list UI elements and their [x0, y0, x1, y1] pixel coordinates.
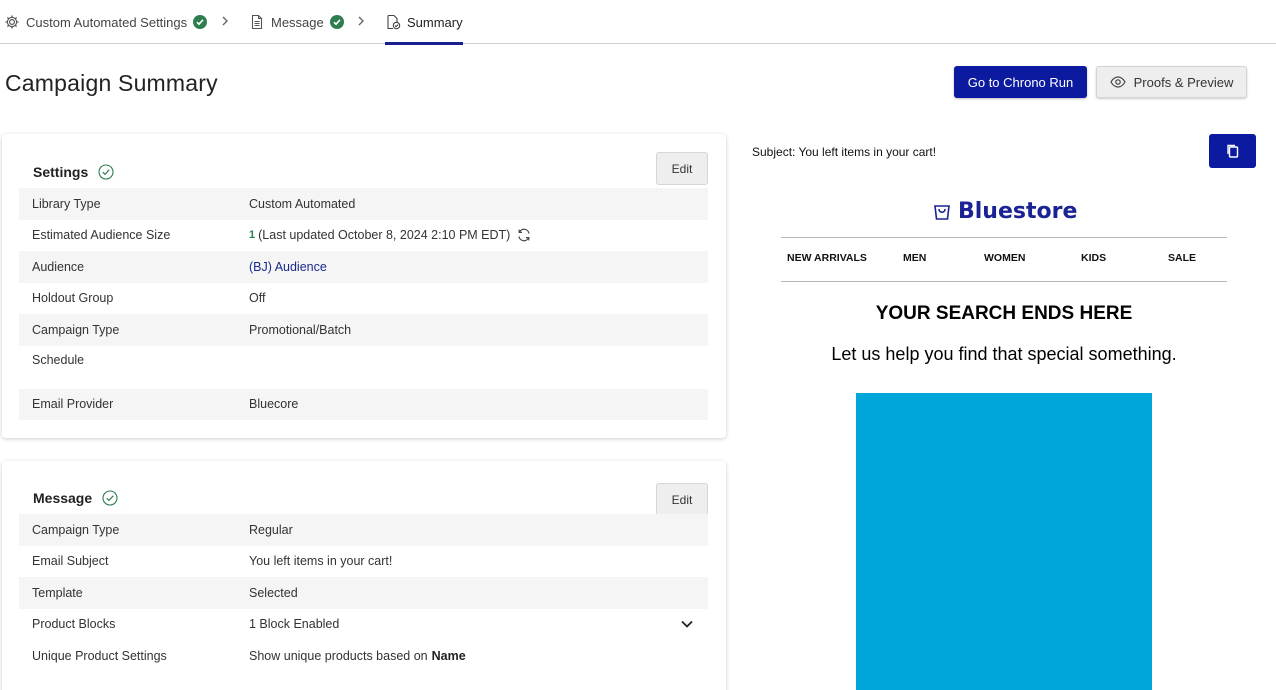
row-value: 1 Block Enabled — [249, 617, 340, 632]
email-nav-item: SALE — [1168, 252, 1197, 264]
email-nav: NEW ARRIVALS MEN WOMEN KIDS SALE — [781, 238, 1227, 281]
go-to-chrono-run-button[interactable]: Go to Chrono Run — [954, 66, 1087, 98]
row-value: Selected — [249, 585, 298, 600]
proofs-preview-button[interactable]: Proofs & Preview — [1096, 66, 1247, 98]
chevron-right-icon — [358, 16, 364, 26]
table-row: Estimated Audience Size 1 (Last updated … — [19, 220, 708, 252]
table-row: Library Type Custom Automated — [19, 188, 708, 220]
proofs-preview-label: Proofs & Preview — [1133, 74, 1234, 90]
refresh-icon[interactable] — [516, 227, 532, 243]
step-message[interactable]: Message — [249, 0, 344, 44]
unique-product-text: Show unique products based on — [249, 648, 428, 663]
audience-count: 1 — [249, 229, 256, 242]
audience-updated-text: (Last updated October 8, 2024 2:10 PM ED… — [258, 228, 511, 243]
unique-product-attribute: Name — [431, 648, 466, 663]
table-row: Campaign Type Promotional/Batch — [19, 314, 708, 346]
table-row: Email Subject You left items in your car… — [19, 546, 708, 578]
row-key: Library Type — [32, 196, 101, 211]
row-value: Bluecore — [249, 397, 299, 412]
copy-button[interactable] — [1209, 134, 1256, 168]
brand-logo: Bluestore — [932, 199, 1077, 224]
table-row: Campaign Type Regular — [19, 514, 708, 546]
row-key: Audience — [32, 259, 85, 274]
step-label: Message — [271, 14, 324, 30]
table-row: Email Provider Bluecore — [19, 388, 708, 420]
email-nav-item: MEN — [903, 252, 927, 264]
row-value: Regular — [249, 522, 293, 537]
row-key: Schedule — [32, 352, 85, 367]
row-key: Holdout Group — [32, 291, 114, 306]
table-row: Audience (BJ) Audience — [19, 251, 708, 283]
row-value: 1 (Last updated October 8, 2024 2:10 PM … — [249, 227, 532, 243]
row-key: Email Subject — [32, 554, 109, 569]
wizard-stepper: Custom Automated Settings Message Summar… — [0, 0, 1276, 45]
email-hero-image — [856, 393, 1152, 690]
email-subject-preview: Subject: You left items in your cart! — [752, 145, 937, 159]
step-label: Custom Automated Settings — [26, 14, 188, 30]
row-key: Product Blocks — [32, 617, 116, 632]
chevron-down-icon[interactable] — [680, 619, 694, 629]
settings-title-text: Settings — [33, 164, 89, 180]
row-key: Email Provider — [32, 397, 114, 412]
check-circle-outline-icon — [98, 164, 114, 180]
audience-link[interactable]: (BJ) Audience — [249, 260, 327, 274]
step-label: Summary — [407, 14, 463, 30]
message-card: Message Edit Campaign Type Regular Email… — [2, 461, 726, 690]
email-nav-item: KIDS — [1081, 252, 1107, 264]
row-key: Estimated Audience Size — [32, 228, 171, 243]
message-title-text: Message — [33, 490, 93, 506]
email-nav-item: NEW ARRIVALS — [787, 252, 867, 264]
table-row-product-blocks[interactable]: Product Blocks 1 Block Enabled — [19, 609, 708, 641]
check-circle-icon — [193, 15, 208, 29]
row-key: Campaign Type — [32, 522, 120, 537]
check-circle-icon — [329, 15, 344, 29]
email-nav-item: WOMEN — [984, 252, 1026, 264]
row-value: You left items in your cart! — [249, 554, 393, 569]
settings-edit-button[interactable]: Edit — [656, 152, 708, 185]
settings-card: Settings Edit Library Type Custom Automa… — [2, 134, 726, 438]
settings-table: Library Type Custom Automated Estimated … — [19, 188, 708, 420]
table-row: Unique Product Settings Show unique prod… — [19, 640, 708, 672]
message-card-title: Message — [33, 490, 118, 506]
nav-divider-bottom — [781, 281, 1227, 282]
row-value: Show unique products based on Name — [249, 649, 466, 663]
table-row: Template Selected — [19, 577, 708, 609]
document-icon — [249, 14, 265, 30]
row-value: Promotional/Batch — [249, 322, 352, 337]
settings-card-title: Settings — [33, 164, 114, 180]
message-table: Campaign Type Regular Email Subject You … — [19, 514, 708, 672]
row-value: Custom Automated — [249, 196, 356, 211]
check-circle-outline-icon — [102, 490, 118, 506]
eye-icon — [1109, 76, 1126, 88]
copy-icon — [1226, 144, 1238, 158]
step-custom-automated-settings[interactable]: Custom Automated Settings — [4, 0, 208, 44]
step-summary[interactable]: Summary — [385, 0, 463, 45]
email-subline: Let us help you find that special someth… — [831, 344, 1177, 364]
brand-name: Bluestore — [958, 199, 1078, 224]
table-row: Schedule — [19, 346, 708, 389]
row-key: Unique Product Settings — [32, 648, 167, 663]
chevron-right-icon — [222, 16, 228, 26]
row-key: Campaign Type — [32, 322, 120, 337]
row-value: Off — [249, 291, 266, 306]
email-headline: YOUR SEARCH ENDS HERE — [875, 303, 1133, 324]
message-edit-button[interactable]: Edit — [656, 483, 708, 516]
page-title: Campaign Summary — [5, 70, 218, 96]
table-row: Holdout Group Off — [19, 283, 708, 315]
document-check-icon — [385, 14, 401, 30]
gear-icon — [4, 14, 20, 30]
shopping-bag-icon — [934, 204, 950, 220]
row-key: Template — [32, 585, 83, 600]
